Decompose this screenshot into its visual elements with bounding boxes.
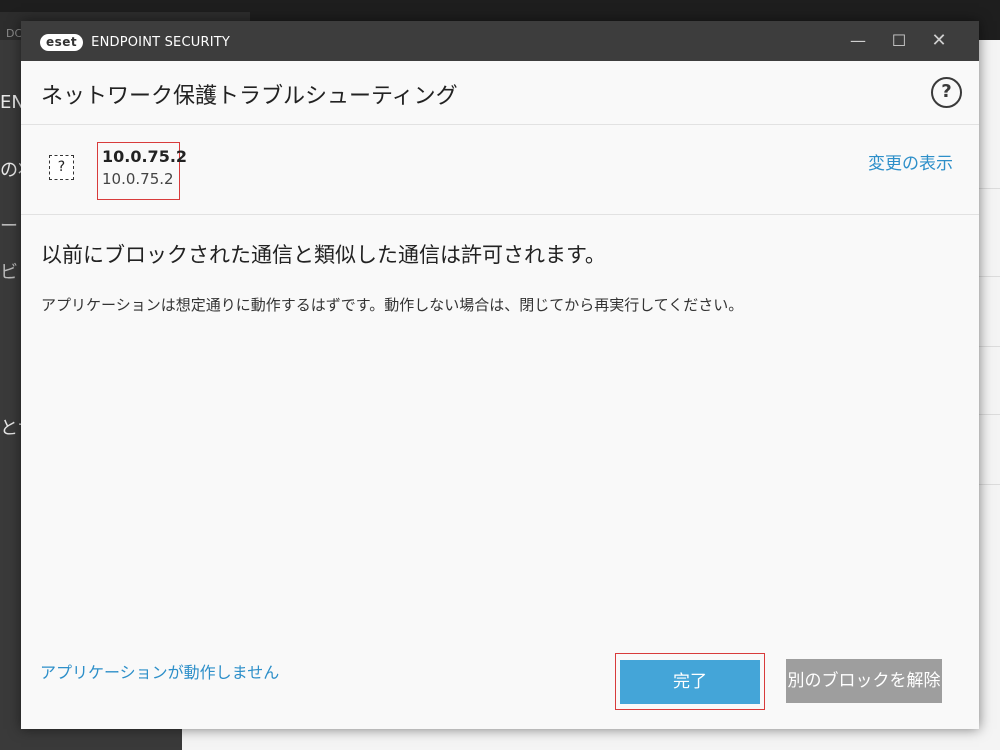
page-title: ネットワーク保護トラブルシューティング [41,84,458,109]
background-divider [978,414,1000,415]
application-identity: 10.0.75.2 10.0.75.2 [97,142,188,200]
done-button[interactable]: 完了 [620,660,760,704]
background-divider [978,346,1000,347]
application-name: 10.0.75.2 [102,147,188,166]
result-description: アプリケーションは想定通りに動作するはずです。動作しない場合は、閉じてから再実行… [41,296,744,314]
result-title: 以前にブロックされた通信と類似した通信は許可されます。 [41,243,606,267]
background-divider [978,188,1000,189]
troubleshooting-dialog: eset ENDPOINT SECURITY — ☐ ✕ ネットワーク保護トラブ… [21,21,979,729]
product-name: ENDPOINT SECURITY [91,34,231,50]
eset-logo: eset ENDPOINT SECURITY [40,33,230,51]
unblock-another-button[interactable]: 別のブロックを解除 [786,659,942,703]
title-bar[interactable]: eset ENDPOINT SECURITY — ☐ ✕ [21,21,979,61]
unknown-application-icon: ? [49,155,74,180]
application-info: ? 10.0.75.2 10.0.75.2 変更の表示 [21,125,979,215]
application-address: 10.0.75.2 [102,170,174,188]
background-divider [978,276,1000,277]
maximize-button[interactable]: ☐ [886,29,912,53]
background-sidebar-text: ー [0,216,18,237]
background-sidebar-text: ビ [0,262,18,283]
app-not-working-link[interactable]: アプリケーションが動作しません [40,659,279,683]
close-button[interactable]: ✕ [926,29,952,53]
show-changes-link[interactable]: 変更の表示 [868,149,953,174]
minimize-button[interactable]: — [845,29,871,53]
background-divider [978,484,1000,485]
help-icon[interactable]: ? [931,77,962,108]
dialog-header: ネットワーク保護トラブルシューティング ? [21,61,979,125]
eset-logo-badge: eset [40,33,84,51]
done-button-highlight: 完了 [615,653,765,710]
